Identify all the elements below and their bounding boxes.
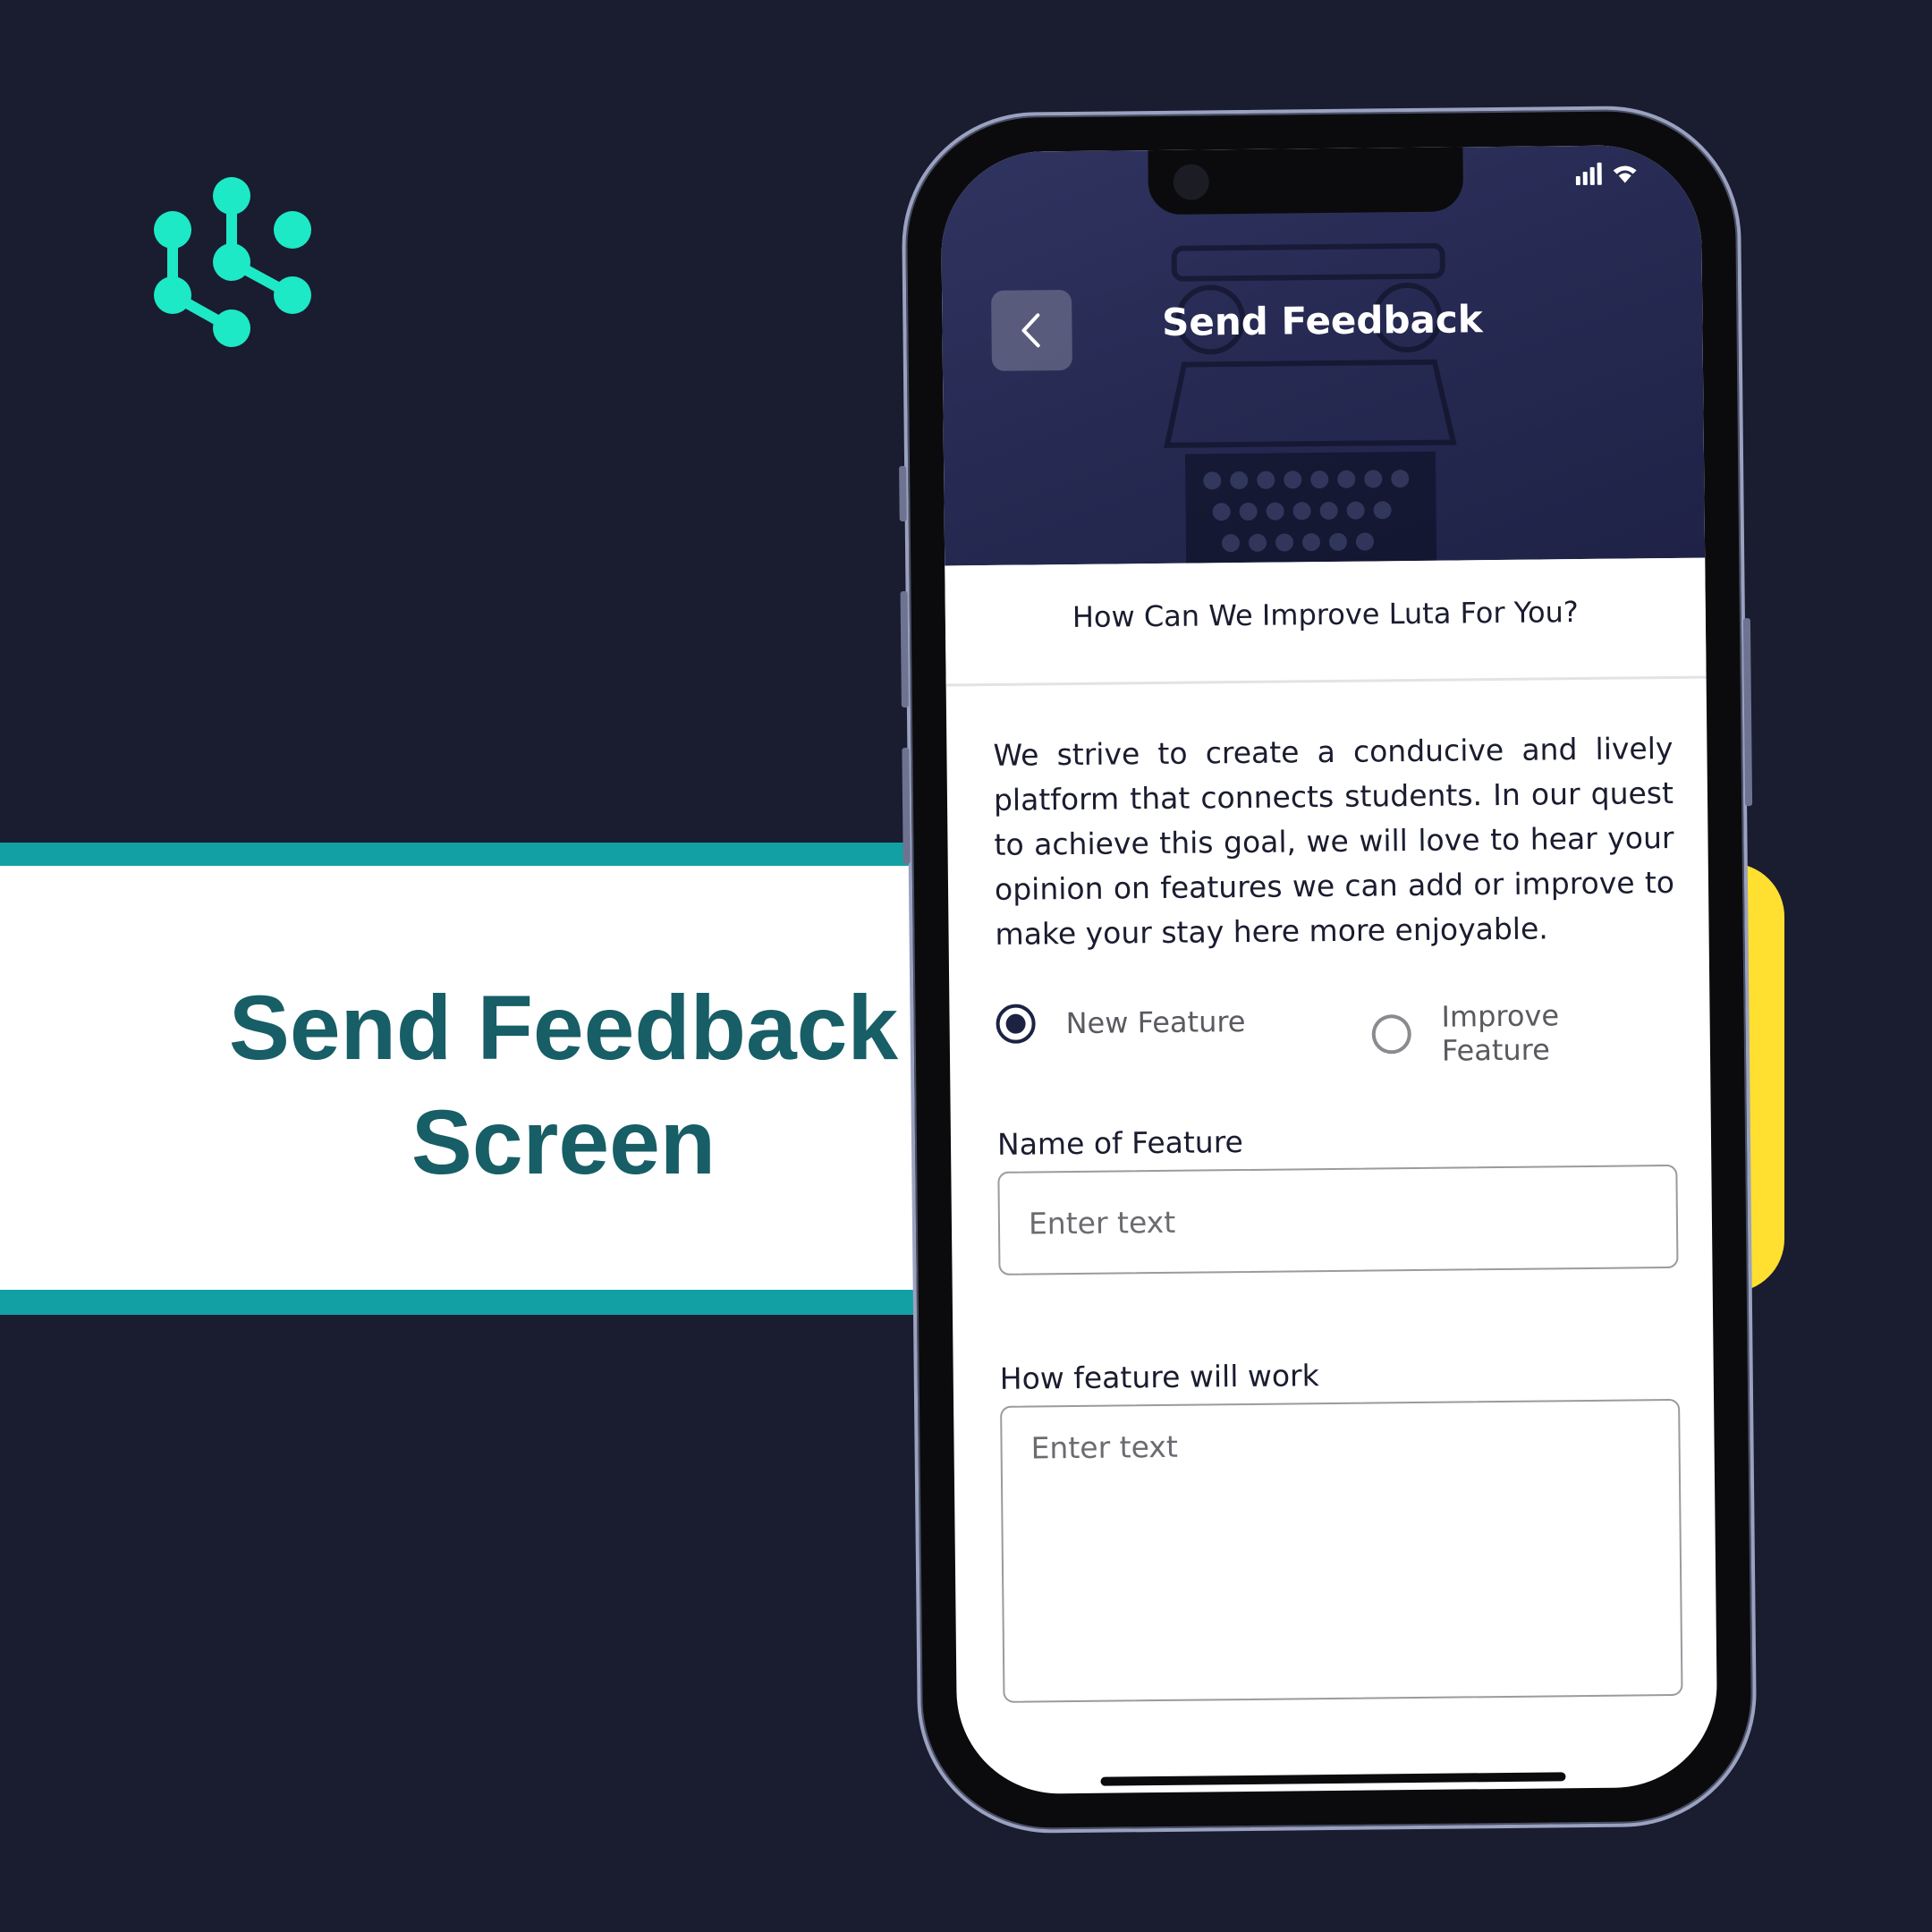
radio-unselected-icon[interactable] <box>1371 1014 1411 1055</box>
power-button <box>1742 618 1753 807</box>
radio-selected-icon[interactable] <box>996 1004 1036 1044</box>
banner-stripe-top <box>0 843 921 868</box>
typewriter-image <box>1164 242 1457 566</box>
screen-title: Send Feedback <box>1161 297 1483 344</box>
volume-down-button <box>902 747 911 864</box>
home-indicator <box>1100 1772 1566 1786</box>
phone-notch <box>1148 147 1464 216</box>
volume-up-button <box>900 590 909 708</box>
how-feature-works-textarea[interactable] <box>1000 1398 1683 1703</box>
name-of-feature-label: Name of Feature <box>996 1124 1244 1162</box>
mute-switch <box>899 465 907 522</box>
camera-icon <box>1173 164 1209 200</box>
name-of-feature-input[interactable] <box>997 1164 1679 1275</box>
intro-paragraph: We strive to create a conducive and live… <box>993 730 1675 952</box>
radio-label-new-feature: New Feature <box>1065 1004 1246 1041</box>
feature-type-radio-group: New Feature Improve Feature <box>996 997 1676 1068</box>
banner-stripe-bottom <box>0 1290 921 1315</box>
signal-wifi-icons <box>1575 162 1637 186</box>
question-heading: How Can We Improve Luta For You? <box>1072 595 1579 634</box>
brand-logo-icon <box>154 177 311 347</box>
radio-improve-feature[interactable]: Improve Feature <box>1371 997 1676 1069</box>
phone-mockup: Send Feedback How Can We Improve Luta Fo… <box>899 105 1758 1835</box>
radio-label-improve-feature: Improve Feature <box>1441 998 1560 1068</box>
app-screen: Send Feedback How Can We Improve Luta Fo… <box>940 144 1718 1795</box>
header-hero: Send Feedback <box>940 144 1706 566</box>
how-feature-works-label: How feature will work <box>999 1358 1319 1396</box>
banner-title: Send Feedback Screen <box>228 977 899 1193</box>
question-bar: How Can We Improve Luta For You? <box>945 557 1707 687</box>
radio-new-feature[interactable]: New Feature <box>996 1002 1246 1044</box>
